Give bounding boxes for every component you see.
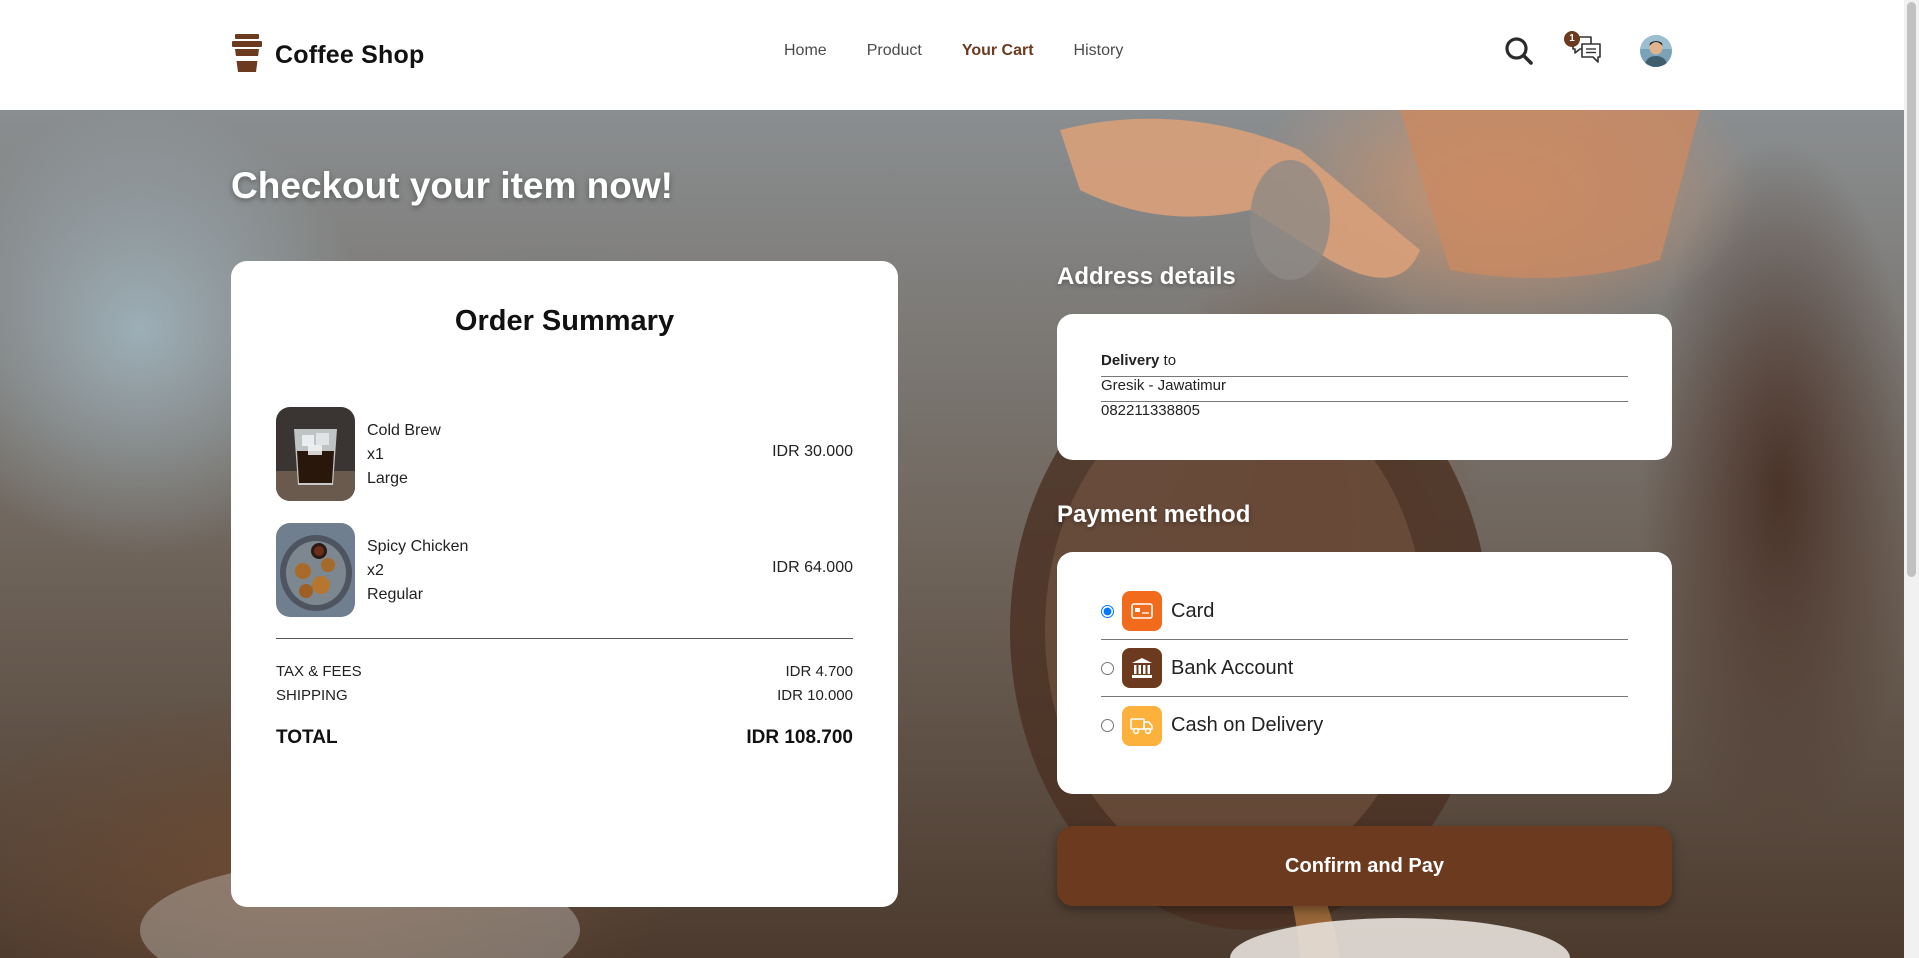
item-qty: x2 [367, 562, 384, 579]
shipping-row: SHIPPING IDR 10.000 [276, 687, 853, 704]
cash-on-delivery-radio[interactable] [1101, 719, 1114, 732]
confirm-and-pay-button[interactable]: Confirm and Pay [1057, 826, 1672, 906]
item-qty: x1 [367, 446, 384, 463]
address-card[interactable]: Delivery to Gresik - Jawatimur 082211338… [1057, 314, 1672, 460]
scrollbar-thumb[interactable] [1907, 2, 1916, 577]
payment-method-card: Card Bank Account Cash on Delivery [1057, 552, 1672, 794]
card-label: Card [1171, 599, 1215, 622]
tax-fees-row: TAX & FEES IDR 4.700 [276, 663, 853, 680]
total-label: TOTAL [276, 727, 338, 748]
avatar[interactable] [1640, 35, 1672, 67]
bank-account-radio[interactable] [1101, 661, 1114, 675]
item-price: IDR 64.000 [772, 559, 853, 576]
summary-divider [276, 638, 853, 639]
order-item: Spicy Chicken x2 Regular IDR 64.000 [276, 523, 853, 619]
top-navbar: Coffee Shop Home Product Your Cart Histo… [0, 0, 1904, 110]
card-radio[interactable] [1101, 604, 1114, 618]
bank-icon [1122, 648, 1162, 688]
item-size: Large [367, 470, 408, 487]
page-headline: Checkout your item now! [231, 165, 673, 206]
bank-account-label: Bank Account [1171, 656, 1294, 679]
brand[interactable]: Coffee Shop [231, 34, 424, 77]
tax-fees-value: IDR 4.700 [785, 663, 853, 680]
nav-home[interactable]: Home [784, 42, 827, 60]
delivery-label: Delivery [1101, 352, 1160, 369]
payment-section-title: Payment method [1057, 501, 1251, 528]
cash-on-delivery-label: Cash on Delivery [1171, 714, 1324, 736]
item-price: IDR 30.000 [772, 443, 853, 460]
card-icon [1122, 591, 1162, 631]
address-section-title: Address details [1057, 263, 1236, 290]
delivery-line: Delivery to [1101, 352, 1628, 377]
payment-option-cash-on-delivery[interactable]: Cash on Delivery [1101, 697, 1628, 754]
delivery-to-text: to [1159, 352, 1177, 369]
payment-option-card[interactable]: Card [1101, 583, 1628, 640]
coffee-cup-icon [231, 34, 263, 77]
item-name: Spicy Chicken [367, 538, 469, 555]
spicy-chicken-image [276, 523, 355, 617]
total-value: IDR 108.700 [746, 727, 853, 748]
payment-option-bank-account[interactable]: Bank Account [1101, 640, 1628, 697]
search-icon[interactable] [1503, 35, 1535, 67]
order-summary-title: Order Summary [454, 305, 675, 337]
order-summary-card: Order Summary Cold Brew x1 Large IDR 30.… [231, 261, 898, 907]
item-name: Cold Brew [367, 422, 441, 439]
nav-product[interactable]: Product [867, 42, 922, 60]
item-details: Cold Brew x1 Large [367, 419, 441, 491]
nav-your-cart[interactable]: Your Cart [962, 42, 1034, 60]
item-size: Regular [367, 586, 424, 603]
order-item: Cold Brew x1 Large IDR 30.000 [276, 407, 853, 503]
chat-button[interactable]: 1 [1564, 31, 1604, 68]
total-row: TOTAL IDR 108.700 [276, 727, 853, 749]
address-phone: 082211338805 [1101, 402, 1200, 419]
address-location: Gresik - Jawatimur [1101, 377, 1628, 402]
shipping-label: SHIPPING [276, 687, 348, 704]
cold-brew-image [276, 407, 355, 501]
header-actions: 1 [1503, 31, 1672, 68]
truck-icon [1122, 705, 1162, 746]
chat-badge: 1 [1564, 31, 1580, 47]
tax-fees-label: TAX & FEES [276, 663, 362, 680]
brand-title: Coffee Shop [275, 41, 425, 69]
main-nav: Home Product Your Cart History [784, 42, 1123, 60]
nav-history[interactable]: History [1074, 42, 1124, 60]
page-scrollbar[interactable] [1904, 0, 1919, 958]
shipping-value: IDR 10.000 [777, 687, 853, 704]
item-details: Spicy Chicken x2 Regular [367, 535, 468, 607]
